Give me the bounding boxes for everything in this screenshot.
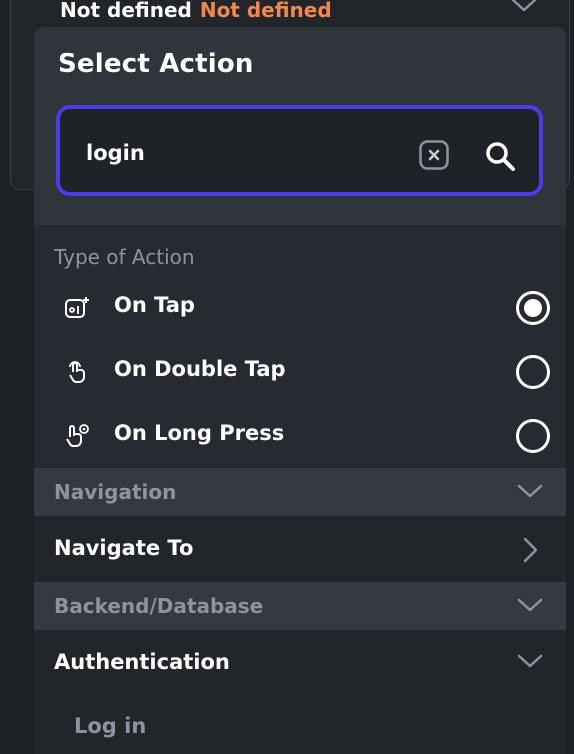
search-icon[interactable] (483, 139, 517, 173)
background-row[interactable]: Not defined Not defined (60, 0, 332, 22)
category-backend-database[interactable]: Backend/Database (34, 582, 566, 630)
chevron-down-icon (517, 484, 543, 498)
double-tap-icon (69, 361, 85, 383)
option-on-tap[interactable]: On Tap (34, 275, 566, 339)
search-input[interactable] (86, 133, 386, 173)
background-row-label: Not defined (60, 0, 192, 22)
panel-title: Select Action (58, 49, 254, 79)
select-action-panel: Select Action Type of Action On Tap (34, 27, 566, 754)
chevron-right-icon (523, 537, 538, 563)
tap-icon (65, 297, 89, 318)
item-navigate-to[interactable]: Navigate To (34, 516, 566, 582)
option-on-long-press[interactable]: On Long Press (34, 403, 566, 467)
item-label: Authentication (54, 650, 230, 674)
category-navigation[interactable]: Navigation (34, 468, 566, 516)
radio-unselected-icon[interactable] (515, 418, 551, 454)
background-row-value: Not defined (199, 0, 332, 22)
radio-selected-icon[interactable] (515, 290, 551, 326)
option-label: On Long Press (114, 421, 285, 445)
option-label: On Double Tap (114, 357, 286, 381)
clear-search-icon[interactable] (419, 140, 449, 170)
type-of-action-label: Type of Action (54, 245, 195, 269)
subitem-label: Log in (74, 714, 147, 738)
category-label: Navigation (54, 480, 177, 504)
option-label: On Tap (114, 293, 195, 317)
chevron-down-icon (517, 598, 543, 612)
subitem-log-in[interactable]: Log in (34, 696, 566, 754)
radio-unselected-icon[interactable] (515, 354, 551, 390)
panel-header: Select Action (34, 27, 566, 225)
option-on-double-tap[interactable]: On Double Tap (34, 339, 566, 403)
chevron-down-icon (517, 654, 543, 668)
search-box[interactable] (56, 105, 543, 196)
item-label: Navigate To (54, 536, 194, 560)
chevron-down-icon[interactable] (510, 0, 538, 16)
long-press-icon (66, 424, 89, 447)
item-authentication[interactable]: Authentication (34, 630, 566, 696)
category-label: Backend/Database (54, 594, 264, 618)
